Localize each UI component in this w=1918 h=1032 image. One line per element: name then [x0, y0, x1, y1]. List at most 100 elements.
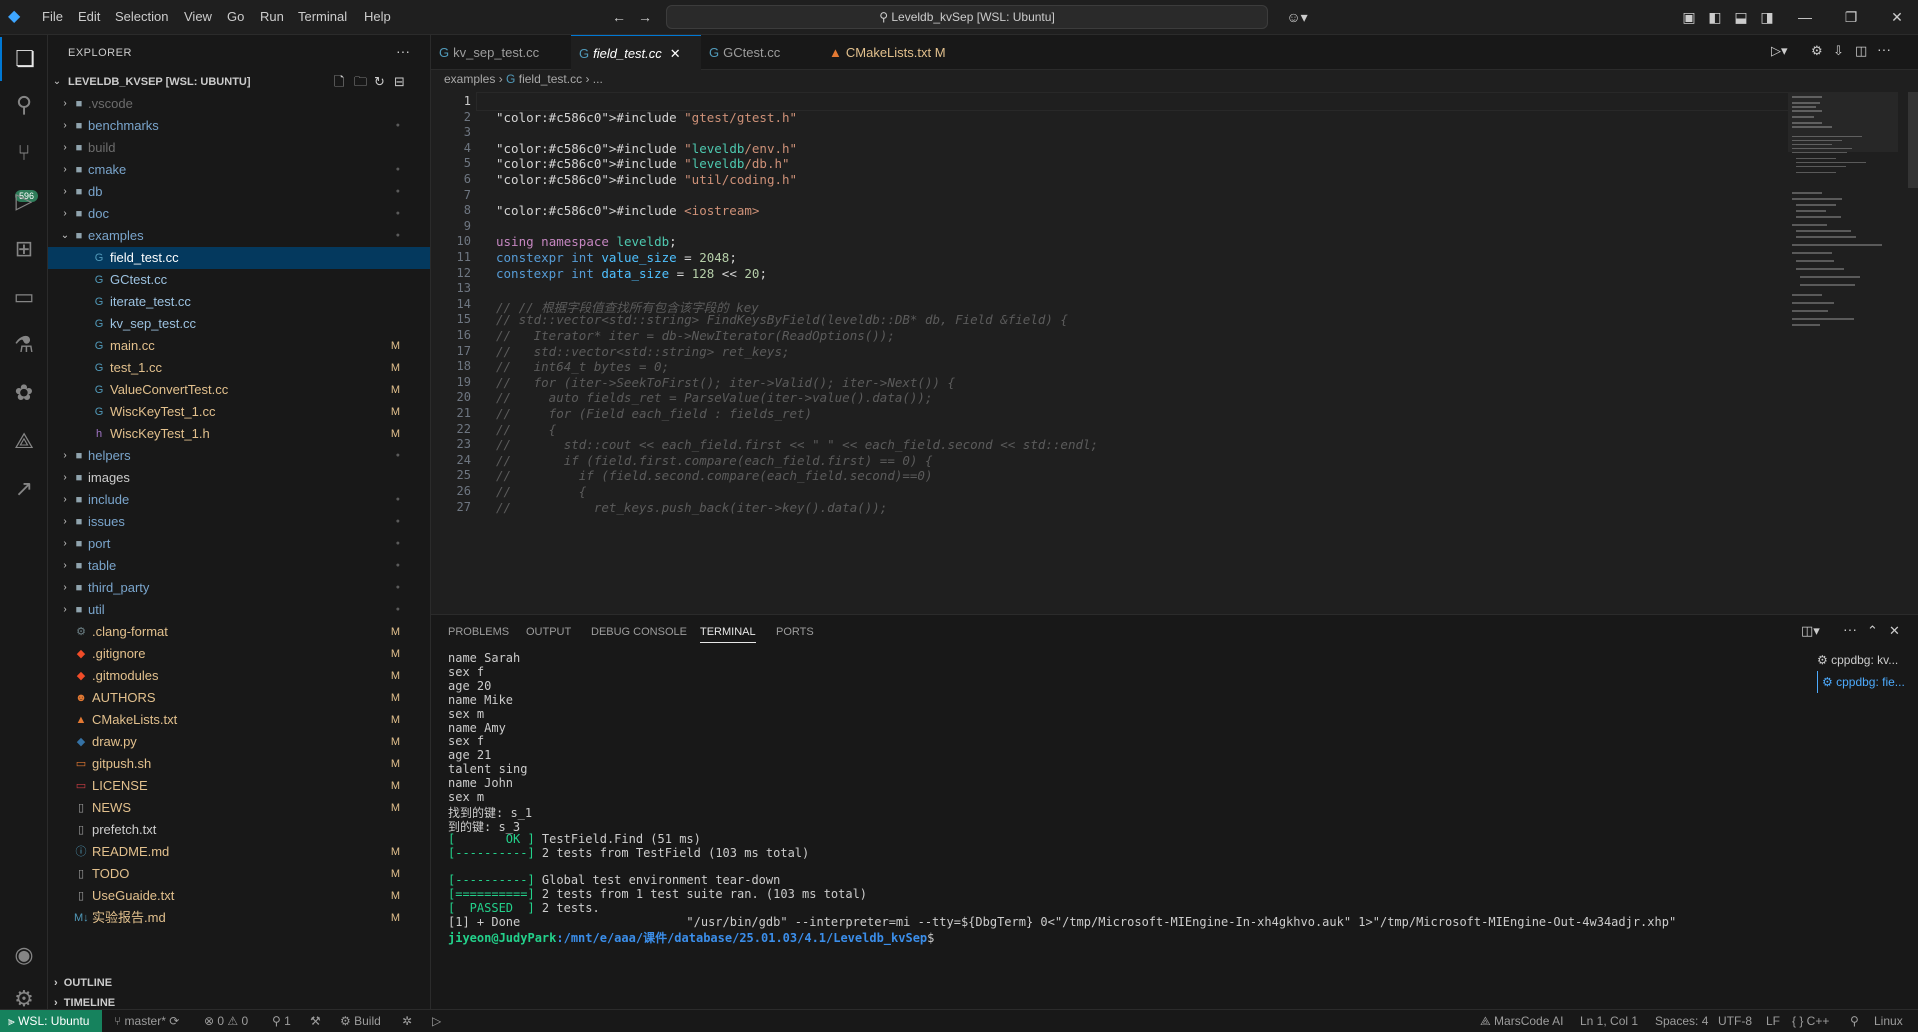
tree-item[interactable]: ▯ prefetch.txt	[48, 819, 430, 841]
close-tab-icon[interactable]: ✕	[670, 46, 681, 61]
tab-terminal[interactable]: TERMINAL	[700, 626, 756, 643]
new-folder-icon[interactable]: 🗀	[354, 71, 367, 93]
search-icon[interactable]: ⚲	[0, 83, 48, 127]
gear-icon[interactable]: ⚙	[1811, 43, 1823, 59]
marscode-icon[interactable]: ⟁	[0, 419, 48, 463]
terminal-list-item-active[interactable]: ⚙ cppdbg: fie...	[1817, 671, 1905, 693]
menu-go[interactable]: Go	[227, 9, 244, 24]
tab-cmakelists[interactable]: ▲ CMakeLists.txt M	[821, 35, 971, 70]
ports-indicator[interactable]: ⚲ 1	[272, 1014, 291, 1028]
menu-selection[interactable]: Selection	[115, 9, 168, 24]
tree-item[interactable]: › ■ helpers ●	[48, 445, 430, 467]
open-changes-icon[interactable]: ⇩	[1833, 43, 1844, 59]
tree-item[interactable]: ◆ .gitignore M	[48, 643, 430, 665]
close-panel-icon[interactable]: ✕	[1889, 623, 1900, 639]
tree-item[interactable]: ☻ AUTHORS M	[48, 687, 430, 709]
tree-item[interactable]: G GCtest.cc	[48, 269, 430, 291]
tab-gctest[interactable]: G GCtest.cc	[701, 35, 821, 70]
menu-edit[interactable]: Edit	[78, 9, 100, 24]
remote-explorer-icon[interactable]: ▭	[0, 275, 48, 319]
tree-item[interactable]: › ■ images	[48, 467, 430, 489]
tab-output[interactable]: OUTPUT	[526, 626, 571, 638]
tree-item[interactable]: Gfield_test.cc	[48, 247, 430, 269]
menu-view[interactable]: View	[184, 9, 212, 24]
toggle-panel-icon[interactable]: ⬓	[1732, 8, 1750, 26]
tree-item[interactable]: › ■ third_party ●	[48, 577, 430, 599]
play-icon[interactable]: ▷	[432, 1014, 441, 1028]
tree-item[interactable]: M↓ 实验报告.md M	[48, 907, 430, 929]
toggle-secondary-sidebar-icon[interactable]: ◨	[1758, 8, 1776, 26]
customize-layout-icon[interactable]: ▣	[1680, 8, 1698, 26]
minimap[interactable]	[1788, 92, 1908, 332]
tree-item[interactable]: ▭ gitpush.sh M	[48, 753, 430, 775]
terminal-prompt[interactable]: jiyeon@JudyPark:/mnt/e/aaa/课件/database/2…	[448, 929, 934, 946]
platform-indicator[interactable]: Linux	[1874, 1014, 1903, 1028]
source-control-icon[interactable]: ⑂	[0, 131, 48, 175]
tab-ports[interactable]: PORTS	[776, 626, 814, 638]
more-actions-icon[interactable]: ···	[396, 43, 410, 59]
run-debug-icon[interactable]: ▷▾	[1771, 43, 1788, 59]
tree-item[interactable]: ⓘ README.md M	[48, 841, 430, 863]
extensions-icon[interactable]: ⊞	[0, 227, 48, 271]
build-button[interactable]: ⚙ Build	[340, 1014, 381, 1028]
tree-item[interactable]: ⌄ ■ examples ●	[48, 225, 430, 247]
indentation[interactable]: Spaces: 4	[1655, 1014, 1708, 1028]
tree-item[interactable]: › ■ cmake ●	[48, 159, 430, 181]
tab-kv-sep-test[interactable]: Gkv_sep_test.cc	[431, 35, 571, 70]
menu-help[interactable]: Help	[364, 9, 391, 24]
more-actions-icon[interactable]: ···	[1877, 41, 1891, 57]
tree-item[interactable]: › ■ util ●	[48, 599, 430, 621]
language-mode[interactable]: { } C++	[1792, 1014, 1829, 1028]
tree-item[interactable]: › ■ port ●	[48, 533, 430, 555]
tool-icon[interactable]: ⚒	[310, 1014, 321, 1028]
refresh-icon[interactable]: ↻	[374, 71, 385, 93]
tree-item[interactable]: › ■ benchmarks ●	[48, 115, 430, 137]
close-icon[interactable]: ✕	[1888, 8, 1906, 26]
tool-icon[interactable]: ↗	[0, 467, 48, 511]
minimize-icon[interactable]: —	[1796, 8, 1814, 26]
remote-indicator[interactable]: ⫸ WSL: Ubuntu	[0, 1010, 102, 1032]
code-editor[interactable]: 1 2 "color:#c586c0">#include "gtest/gtest.…	[431, 92, 1918, 614]
tab-debug-console[interactable]: DEBUG CONSOLE	[591, 626, 687, 638]
encoding[interactable]: UTF-8	[1718, 1014, 1752, 1028]
tree-item[interactable]: › ■ build	[48, 137, 430, 159]
outline-section[interactable]: › OUTLINE	[54, 973, 112, 993]
account-icon[interactable]: ◉	[0, 933, 48, 977]
copilot-icon[interactable]: ☺▾	[1282, 8, 1312, 26]
tree-item[interactable]: G WiscKeyTest_1.cc M	[48, 401, 430, 423]
tree-item[interactable]: ▯ NEWS M	[48, 797, 430, 819]
tree-item[interactable]: › ■ table ●	[48, 555, 430, 577]
testing-icon[interactable]: ⚗	[0, 323, 48, 367]
toggle-sidebar-icon[interactable]: ◧	[1706, 8, 1724, 26]
maximize-panel-icon[interactable]: ⌃	[1867, 623, 1878, 639]
tree-item[interactable]: ▯ TODO M	[48, 863, 430, 885]
tree-item[interactable]: Giterate_test.cc	[48, 291, 430, 313]
explorer-root[interactable]: ⌄ LEVELDB_KVSEP [WSL: UBUNTU] 🗋 🗀 ↻ ⊟	[48, 71, 430, 93]
explorer-icon[interactable]: ❏	[0, 37, 48, 81]
editor-scrollbar[interactable]	[1908, 92, 1918, 188]
tree-item[interactable]: ▲ CMakeLists.txt M	[48, 709, 430, 731]
tree-item[interactable]: › ■ doc ●	[48, 203, 430, 225]
collapse-all-icon[interactable]: ⊟	[394, 71, 405, 93]
terminal-output[interactable]: name Sarah sex f age 20 name Mike sex m name …	[431, 651, 1761, 1003]
tree-item[interactable]: › ■ issues ●	[48, 511, 430, 533]
more-actions-icon[interactable]: ···	[1843, 621, 1857, 637]
notifications-icon[interactable]: ⚲	[1850, 1014, 1859, 1028]
tree-item[interactable]: ▭ LICENSE M	[48, 775, 430, 797]
menu-file[interactable]: File	[42, 9, 63, 24]
tree-item[interactable]: h WiscKeyTest_1.h M	[48, 423, 430, 445]
line-ending[interactable]: LF	[1766, 1014, 1780, 1028]
tree-item[interactable]: › ■ include ●	[48, 489, 430, 511]
tree-item[interactable]: › ■ db ●	[48, 181, 430, 203]
tree-item[interactable]: › ■ .vscode	[48, 93, 430, 115]
terminal-list-item[interactable]: ⚙ cppdbg: kv...	[1817, 649, 1898, 671]
restore-icon[interactable]: ❐	[1842, 8, 1860, 26]
branch-indicator[interactable]: ⑂ master* ⟳	[114, 1014, 179, 1028]
tree-item[interactable]: ◆ draw.py M	[48, 731, 430, 753]
tree-item[interactable]: Gtest_1.cc M	[48, 357, 430, 379]
tree-item[interactable]: Gmain.cc M	[48, 335, 430, 357]
tree-item[interactable]: ⚙ .clang-format M	[48, 621, 430, 643]
tree-item[interactable]: Gkv_sep_test.cc	[48, 313, 430, 335]
chatgpt-icon[interactable]: ✿	[0, 371, 48, 415]
back-arrow-icon[interactable]: ←	[610, 8, 628, 26]
